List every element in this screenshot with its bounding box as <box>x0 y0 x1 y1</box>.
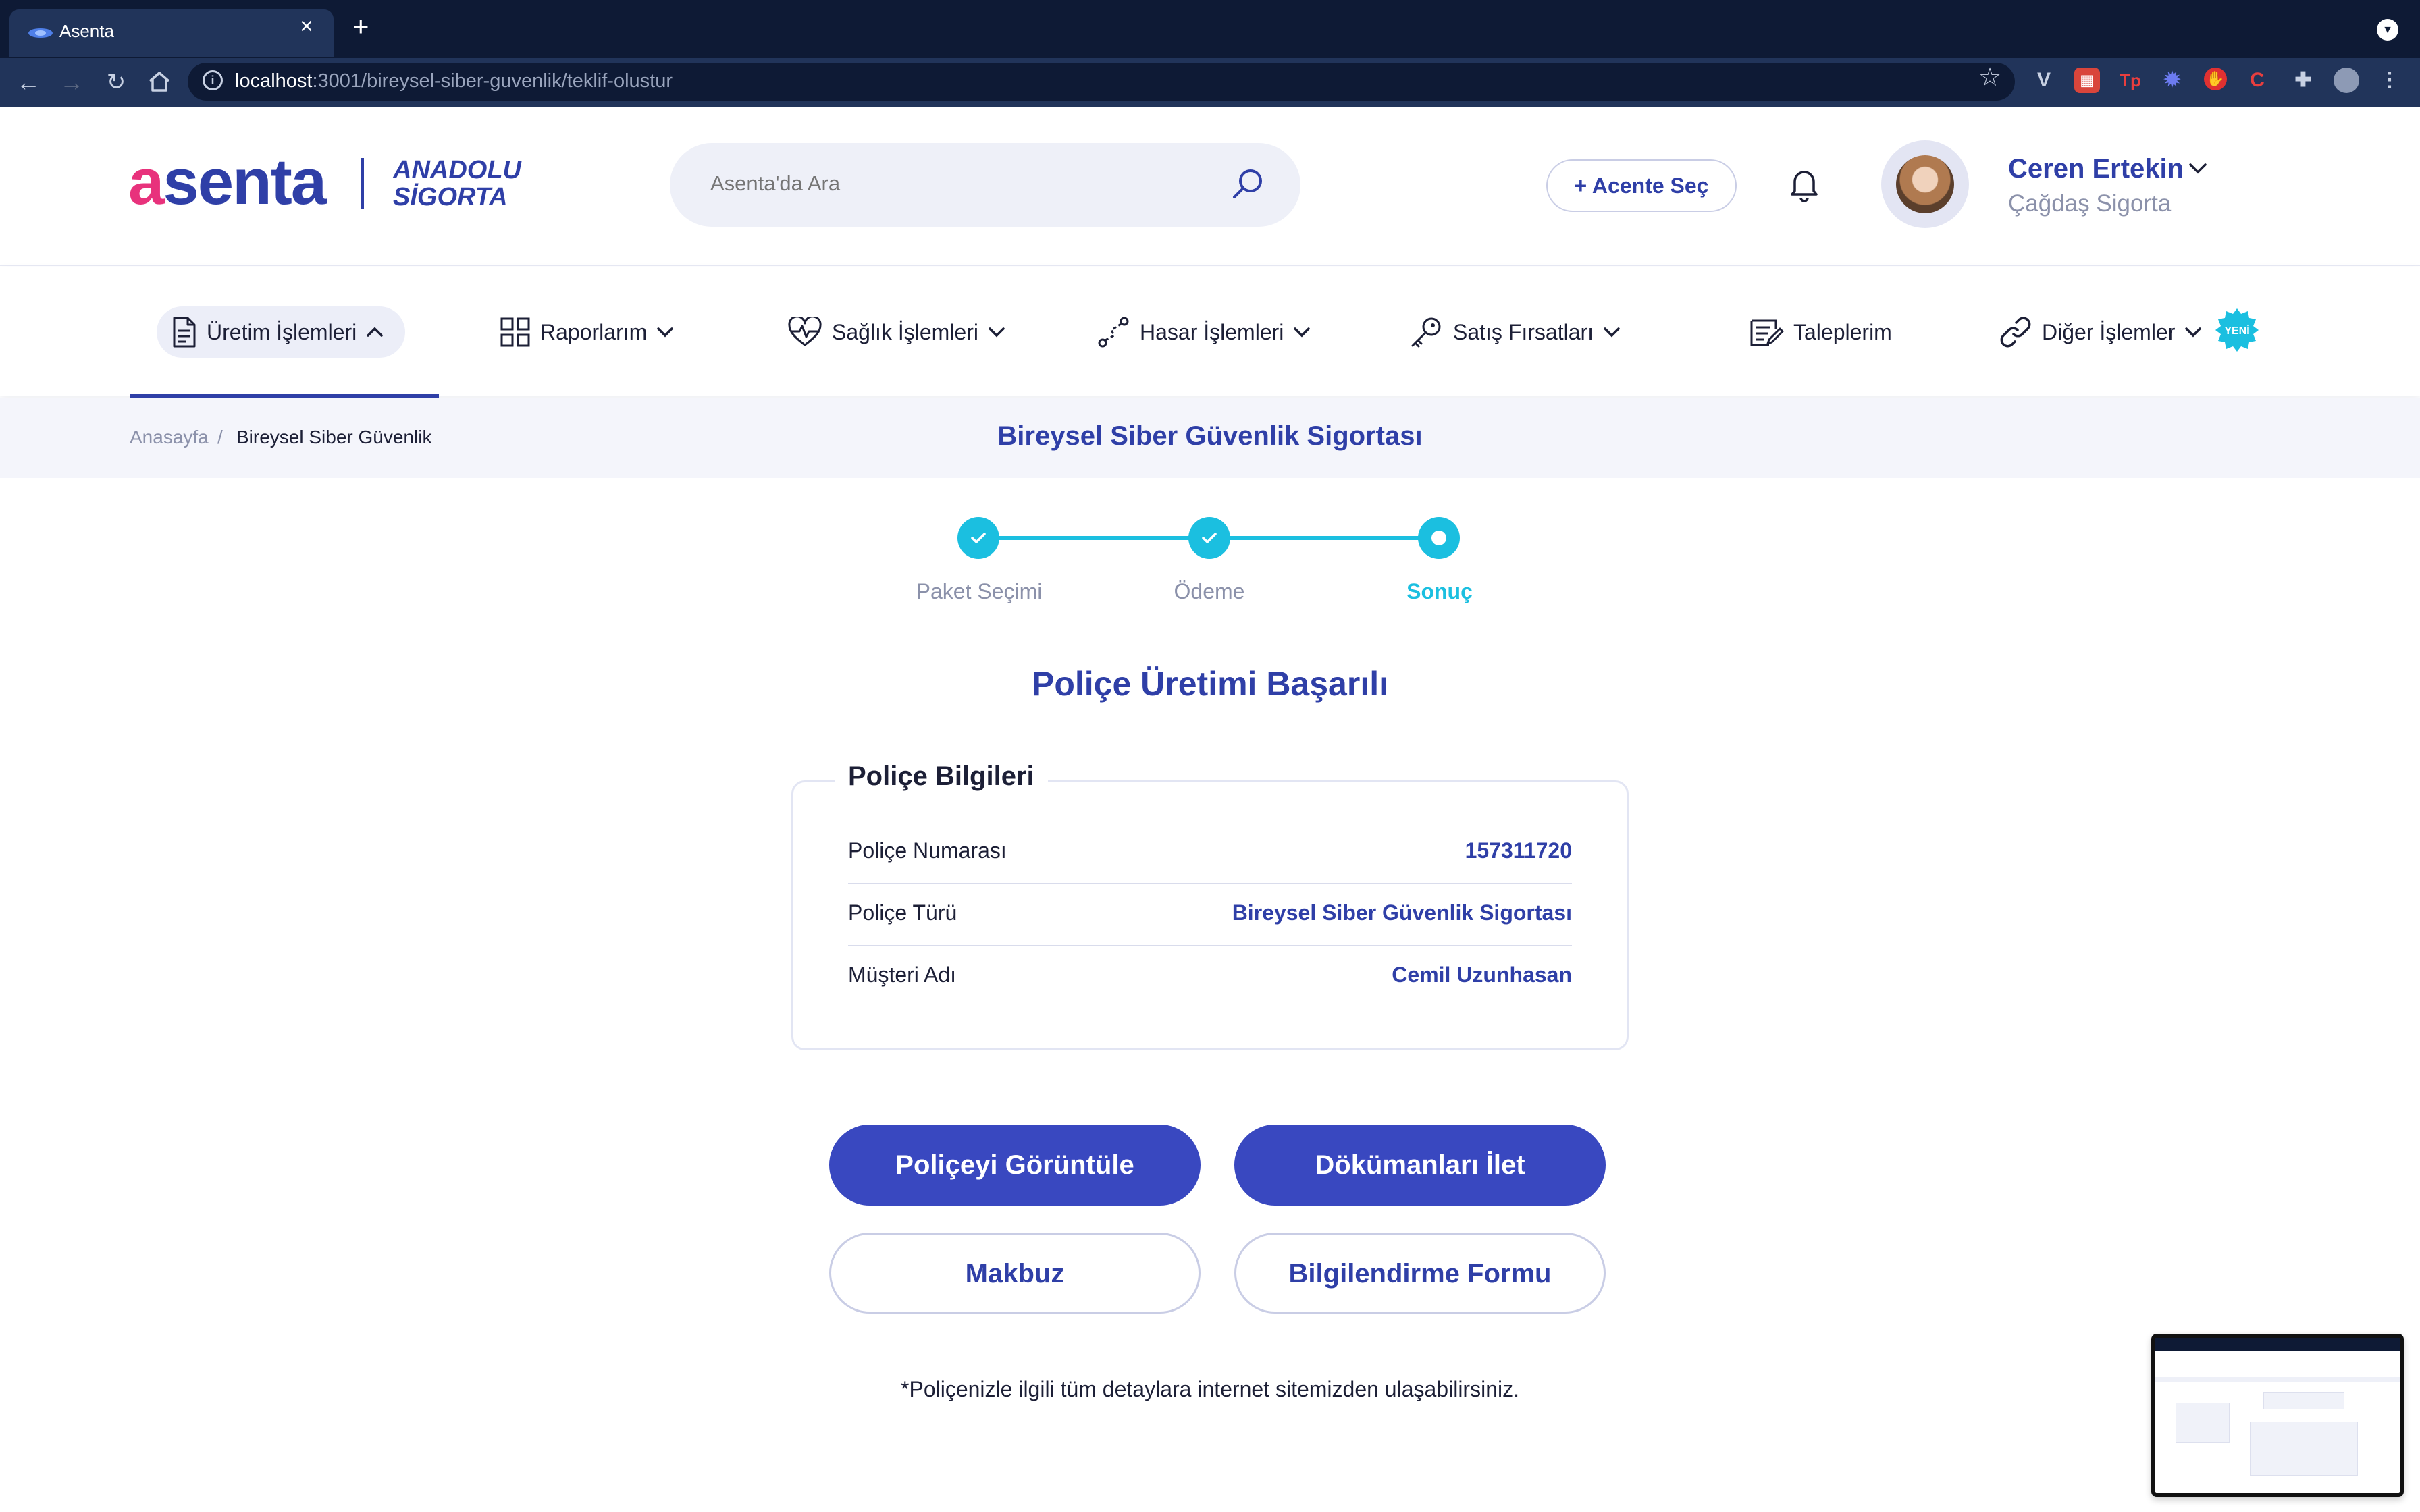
nav-active-underline <box>130 394 439 398</box>
nav-item-uretim-islemleri[interactable]: Üretim İşlemleri <box>170 306 384 358</box>
new-tab-icon[interactable]: + <box>352 12 369 40</box>
extension-red-icon[interactable]: ▦ <box>2074 68 2100 93</box>
step-1-label: Paket Seçimi <box>916 579 1043 603</box>
result-title: Poliçe Üretimi Başarılı <box>1031 665 1388 703</box>
forward-icon[interactable]: → <box>54 65 89 100</box>
logo-divider <box>361 158 364 209</box>
send-documents-button[interactable]: Dökümanları İlet <box>1234 1125 1606 1206</box>
breadcrumb-current: Bireysel Siber Güvenlik <box>236 427 432 448</box>
tab-close-icon[interactable]: × <box>300 15 313 38</box>
tab-title: Asenta <box>59 21 114 41</box>
step-2-label: Ödeme <box>1174 579 1245 603</box>
step-3-label: Sonuç <box>1406 579 1473 603</box>
chevron-down-icon <box>657 327 674 338</box>
policy-type-value: Bireysel Siber Güvenlik Sigortası <box>1232 900 1572 925</box>
back-icon[interactable]: ← <box>11 65 46 100</box>
nav-item-taleplerim[interactable]: Taleplerim <box>1749 306 1892 358</box>
screenshot-thumbnail[interactable] <box>2151 1334 2404 1497</box>
select-agency-button[interactable]: + Acente Seç <box>1546 159 1737 212</box>
extension-gear-icon[interactable]: ✹ <box>2159 68 2185 93</box>
browser-menu-icon[interactable]: ⋮ <box>2377 68 2402 93</box>
nav-label: Raporlarım <box>540 319 648 344</box>
nav-label: Taleplerim <box>1793 319 1892 344</box>
step-3-current <box>1418 517 1460 559</box>
nav-item-satis-firsatlari[interactable]: Satış Fırsatları <box>1409 306 1621 358</box>
heart-pulse-icon <box>788 317 822 346</box>
extension-v-icon[interactable]: V <box>2031 68 2057 93</box>
nav-item-raporlarim[interactable]: Raporlarım <box>500 306 674 358</box>
policy-type-label: Poliçe Türü <box>848 900 957 925</box>
nav-item-diger-islemler[interactable]: Diğer İşlemler <box>1999 306 2202 358</box>
receipt-button[interactable]: Makbuz <box>829 1233 1201 1314</box>
extension-tp-icon[interactable]: Tp <box>2118 68 2143 93</box>
profile-icon[interactable] <box>2334 68 2359 93</box>
nav-item-hasar-islemleri[interactable]: Hasar İşlemleri <box>1097 306 1311 358</box>
step-2-done <box>1188 517 1230 559</box>
row-divider <box>848 945 1572 946</box>
notification-bell-icon[interactable] <box>1787 165 1822 203</box>
chevron-down-icon <box>2185 327 2202 338</box>
customer-name-label: Müşteri Adı <box>848 963 957 987</box>
policy-info-title: Poliçe Bilgileri <box>835 761 1048 792</box>
svg-text:YENİ: YENİ <box>2224 325 2249 337</box>
user-name[interactable]: Ceren Ertekin <box>2008 154 2184 184</box>
site-info-icon[interactable]: i <box>203 70 223 90</box>
extensions-puzzle-icon[interactable]: ✚ <box>2290 68 2316 93</box>
chevron-down-icon <box>1604 327 1620 338</box>
tab-search-icon[interactable]: ▼ <box>2377 19 2398 40</box>
policy-number-value: 157311720 <box>1465 838 1572 863</box>
row-divider <box>848 883 1572 884</box>
nav-label: Sağlık İşlemleri <box>832 319 978 344</box>
avatar[interactable] <box>1896 155 1954 213</box>
breadcrumb-home-link[interactable]: Anasayfa <box>130 427 209 448</box>
nav-item-saglik-islemleri[interactable]: Sağlık İşlemleri <box>787 306 1005 358</box>
search-input[interactable] <box>710 171 1183 196</box>
url-text[interactable]: localhost:3001/bireysel-siber-guvenlik/t… <box>235 70 673 92</box>
chevron-down-icon <box>1294 327 1311 338</box>
asenta-logo[interactable]: asenta <box>128 150 327 215</box>
document-icon <box>173 317 196 348</box>
new-badge: YENİ <box>2215 308 2259 352</box>
footnote: *Poliçenizle ilgili tüm detaylara intern… <box>901 1377 1519 1401</box>
info-form-button[interactable]: Bilgilendirme Formu <box>1234 1233 1606 1314</box>
route-icon <box>1098 317 1129 348</box>
customer-name-value: Cemil Uzunhasan <box>1392 963 1572 987</box>
check-icon <box>971 533 986 543</box>
key-icon <box>1411 317 1441 348</box>
nav-label: Satış Fırsatları <box>1453 319 1594 344</box>
check-icon <box>1202 533 1217 543</box>
link-icon <box>2000 317 2031 348</box>
bookmark-star-icon[interactable]: ☆ <box>1978 65 2001 90</box>
search-icon[interactable] <box>1229 166 1267 204</box>
asenta-favicon-icon <box>28 28 53 38</box>
extension-stop-icon[interactable]: ✋ <box>2204 68 2227 90</box>
chevron-down-icon <box>989 327 1005 338</box>
note-edit-icon <box>1750 319 1784 346</box>
chevron-down-icon[interactable] <box>2188 162 2208 176</box>
browser-tab[interactable] <box>9 9 334 57</box>
page-title: Bireysel Siber Güvenlik Sigortası <box>997 421 1423 451</box>
current-step-dot-icon <box>1431 531 1446 545</box>
nav-label: Üretim İşlemleri <box>207 319 357 344</box>
home-icon[interactable] <box>147 70 172 93</box>
extension-c-icon[interactable]: C <box>2244 68 2270 93</box>
step-1-done <box>957 517 999 559</box>
anadolu-sigorta-logo[interactable]: ANADOLU SİGORTA <box>393 157 521 211</box>
breadcrumb-separator: / <box>217 427 223 448</box>
reload-icon[interactable]: ↻ <box>99 65 134 100</box>
nav-label: Diğer İşlemler <box>2042 319 2176 344</box>
grid-icon <box>500 317 530 347</box>
chevron-up-icon <box>367 327 383 337</box>
view-policy-button[interactable]: Poliçeyi Görüntüle <box>829 1125 1201 1206</box>
policy-number-label: Poliçe Numarası <box>848 838 1007 863</box>
user-company: Çağdaş Sigorta <box>2008 190 2172 217</box>
nav-label: Hasar İşlemleri <box>1140 319 1284 344</box>
